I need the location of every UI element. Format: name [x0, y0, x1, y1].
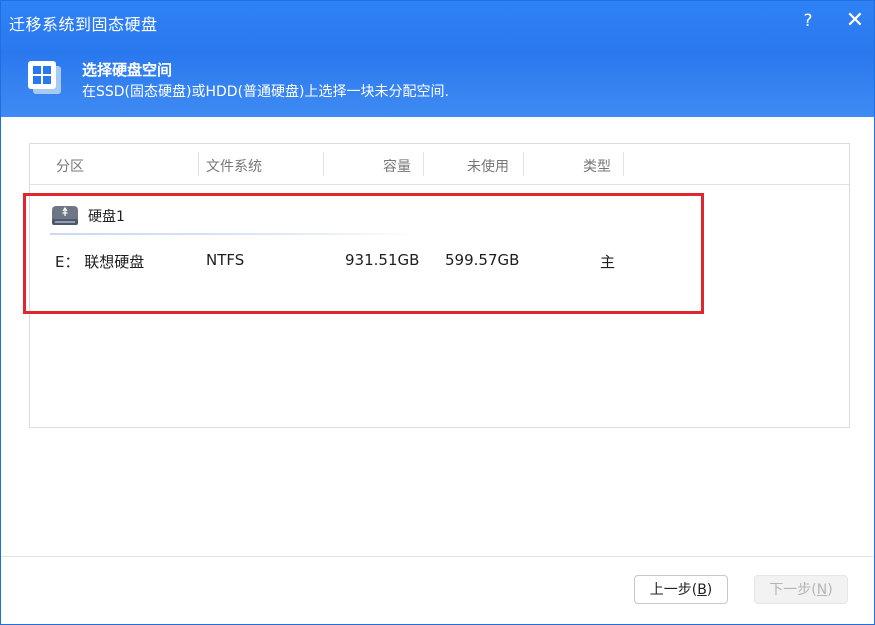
- title-bar: 迁移系统到固态硬盘 ? ✕: [1, 1, 874, 43]
- next-step-label: 下一步(: [769, 582, 817, 598]
- column-divider: [523, 152, 524, 176]
- table-header: 分区 文件系统 容量 未使用 类型: [30, 144, 849, 185]
- previous-step-label-end: ): [706, 582, 713, 598]
- next-step-label-end: ): [827, 582, 833, 598]
- column-header-partition: 分区: [56, 159, 84, 175]
- column-header-unused: 未使用: [467, 159, 509, 175]
- column-divider: [423, 152, 424, 176]
- help-button[interactable]: ?: [797, 9, 819, 33]
- step-title: 选择硬盘空间: [82, 61, 173, 79]
- footer-divider: [1, 556, 874, 557]
- window-title: 迁移系统到固态硬盘: [9, 15, 158, 34]
- next-step-accelerator: N: [816, 582, 828, 598]
- column-divider: [623, 152, 624, 176]
- previous-step-accelerator: B: [697, 582, 707, 598]
- next-step-button[interactable]: 下一步(N): [754, 575, 848, 604]
- column-header-type: 类型: [583, 159, 611, 175]
- column-header-filesystem: 文件系统: [206, 159, 262, 175]
- close-button[interactable]: ✕: [844, 9, 866, 33]
- dialog-window: 迁移系统到固态硬盘 ? ✕ 选择硬盘空间 在SSD(固态硬盘)或HDD(普通硬盘…: [0, 0, 875, 625]
- previous-step-button[interactable]: 上一步(B): [634, 575, 728, 604]
- windows-logo-icon: [28, 61, 61, 94]
- column-header-capacity: 容量: [383, 159, 411, 175]
- previous-step-label: 上一步(: [649, 582, 698, 598]
- column-divider: [323, 152, 324, 176]
- selection-highlight: [23, 193, 704, 314]
- column-divider: [198, 152, 199, 176]
- header-banner: 迁移系统到固态硬盘 ? ✕ 选择硬盘空间 在SSD(固态硬盘)或HDD(普通硬盘…: [1, 1, 874, 117]
- step-subtitle: 在SSD(固态硬盘)或HDD(普通硬盘)上选择一块未分配空间.: [82, 84, 449, 100]
